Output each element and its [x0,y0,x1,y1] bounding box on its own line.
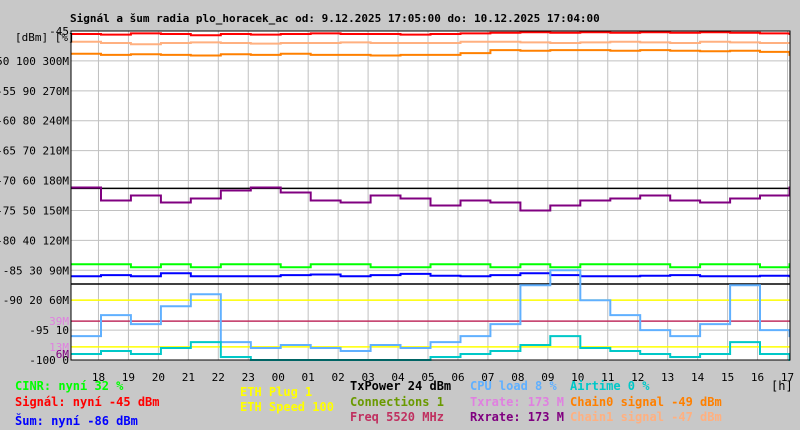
x-tick-label: 00 [272,371,285,384]
legend-eth-speed: ETH Speed 100 [240,400,334,414]
x-tick-label: 23 [242,371,255,384]
legend-rxrate: Rxrate: 173 M [470,410,564,424]
y-tick-label: -55 90 270M [0,85,69,98]
y-tick-label: -65 70 210M [0,145,69,158]
y-tick-label: -75 50 150M [0,204,69,217]
y-tick-label: -85 30 90M [3,264,70,277]
x-tick-label: 16 [751,371,764,384]
legend-freq: Freq 5520 MHz [350,410,444,424]
x-tick-label: 02 [332,371,345,384]
x-tick-label: 22 [212,371,225,384]
y-axis-label: [dBm] [%] [15,31,75,44]
legend-signal: Signál: nyní -45 dBm [15,395,160,409]
series-line-chain1-signal [71,40,790,46]
x-tick-label: 20 [152,371,165,384]
y-tick-label: -60 80 240M [0,115,69,128]
legend-airtime: Airtime 0 % [570,379,650,393]
legend-cpu: CPU load 8 % [470,379,557,393]
y-extra-label: 6M [56,348,70,361]
x-tick-label: 01 [302,371,315,384]
y-tick-label: -50 100 300M [0,55,69,68]
x-axis-unit: [h] [771,379,793,393]
legend-chain1: Chain1 signal -47 dBm [570,410,722,424]
x-tick-label: 13 [661,371,674,384]
legend-chain0: Chain0 signal -49 dBm [570,395,722,409]
y-tick-labels: -45-50 100 300M-55 90 270M-60 80 240M-65… [0,25,69,367]
y-extra-label: 39M [49,315,69,328]
x-tick-label: 19 [122,371,135,384]
legend-noise: Šum: nyní -86 dBm [15,414,138,428]
chart-title: Signál a šum radia plo_horacek_ac od: 9.… [70,12,600,25]
x-tick-label: 14 [691,371,705,384]
signal-noise-chart: -45-50 100 300M-55 90 270M-60 80 240M-65… [0,12,794,384]
legend-txpower: TxPower 24 dBm [350,379,452,393]
legend-eth-plug: ETH Plug 1 [240,385,313,399]
legend-cinr: CINR: nyní 32 % [15,379,124,393]
x-tick-label: 06 [451,371,464,384]
plot-background [71,31,790,360]
y-tick-label: -90 20 60M [3,294,70,307]
legend-connections: Connections 1 [350,395,444,409]
y-tick-label: -80 40 120M [0,234,69,247]
legend-txrate: Txrate: 173 M [470,395,564,409]
x-tick-label: 21 [182,371,195,384]
y-tick-label: -70 60 180M [0,175,69,188]
x-tick-label: 15 [721,371,734,384]
